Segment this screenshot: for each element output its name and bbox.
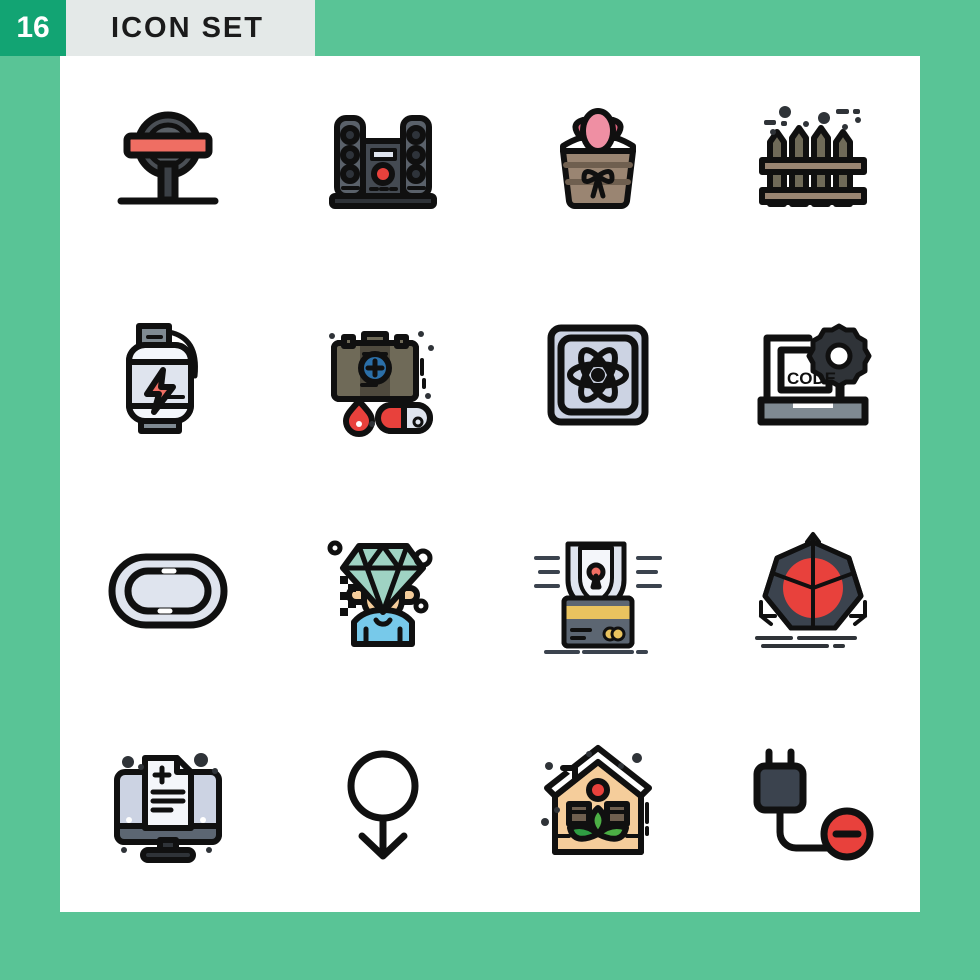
3d-object-icon[interactable] — [705, 484, 920, 698]
first-aid-kit-icon[interactable] — [275, 270, 490, 484]
atom-chip-icon[interactable] — [490, 270, 705, 484]
plug-remove-icon[interactable] — [705, 698, 920, 912]
code-label: CODE — [787, 369, 836, 388]
icon-canvas: CODE — [60, 56, 920, 912]
gender-arrow-icon[interactable] — [275, 698, 490, 912]
easter-basket-icon[interactable] — [490, 56, 705, 270]
gas-cylinder-icon[interactable] — [60, 270, 275, 484]
medical-record-icon[interactable] — [60, 698, 275, 912]
sound-system-icon[interactable] — [275, 56, 490, 270]
icon-count-badge: 16 — [0, 0, 66, 56]
icon-grid: CODE — [60, 56, 920, 912]
card-security-icon[interactable] — [490, 484, 705, 698]
page-title: ICON SET — [111, 11, 264, 44]
race-track-icon[interactable] — [60, 484, 275, 698]
diamond-person-icon[interactable] — [275, 484, 490, 698]
picket-fence-icon[interactable] — [705, 56, 920, 270]
code-laptop-icon[interactable]: CODE — [705, 270, 920, 484]
eco-house-icon[interactable] — [490, 698, 705, 912]
header-bar: 16 ICON SET — [0, 0, 315, 56]
icon-set-page: 16 ICON SET CODE — [0, 0, 980, 980]
road-sign-icon[interactable] — [60, 56, 275, 270]
